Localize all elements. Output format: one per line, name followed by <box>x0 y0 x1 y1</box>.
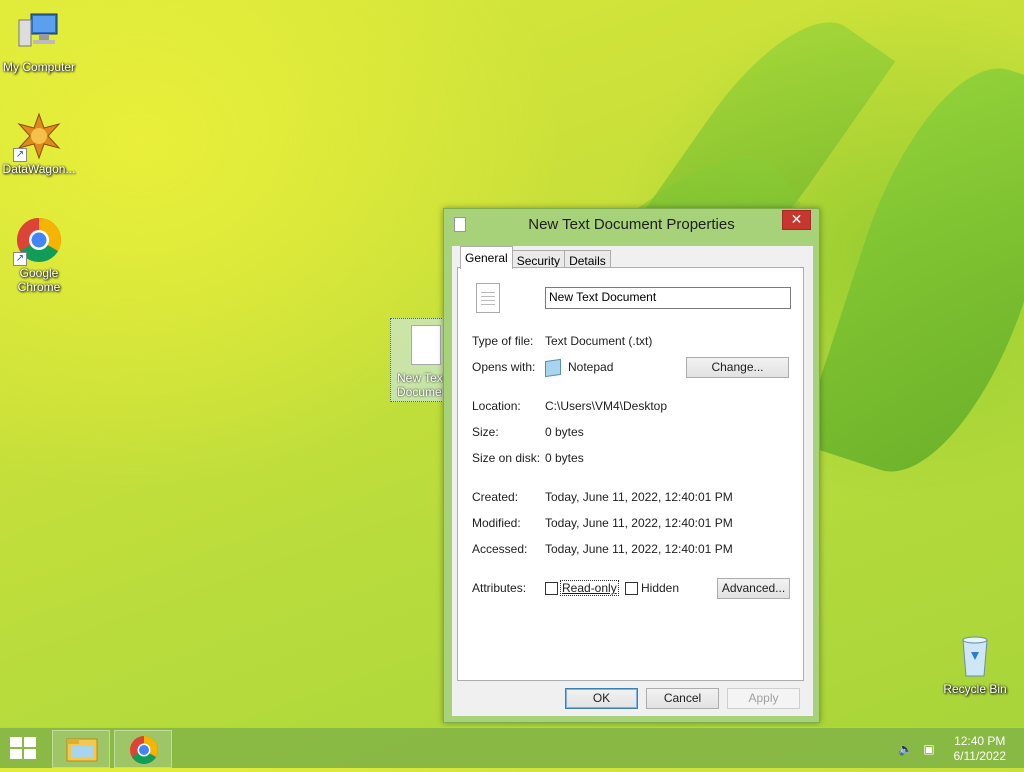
modified-label: Modified: <box>472 516 521 530</box>
windows-logo-icon <box>10 749 22 759</box>
desktop-icon-google-chrome[interactable]: ↗ Google Chrome <box>0 216 78 294</box>
size-label: Size: <box>472 425 499 439</box>
opens-with-label: Opens with: <box>472 360 536 374</box>
properties-dialog: New Text Document Properties ✕ General S… <box>443 208 820 723</box>
chrome-icon <box>130 736 158 764</box>
opens-with-value: Notepad <box>568 360 614 374</box>
windows-logo-icon <box>10 737 22 747</box>
clock-date: 6/11/2022 <box>953 749 1007 763</box>
separator <box>472 320 789 321</box>
apply-button[interactable]: Apply <box>727 688 800 709</box>
tab-general[interactable]: General <box>460 246 513 269</box>
accessed-value: Today, June 11, 2022, 12:40:01 PM <box>545 542 733 556</box>
taskbar-chrome[interactable] <box>114 730 172 768</box>
separator <box>472 386 789 387</box>
tab-security[interactable]: Security <box>511 250 566 268</box>
accessed-label: Accessed: <box>472 542 528 556</box>
separator <box>472 477 789 478</box>
hidden-checkbox[interactable] <box>625 582 638 595</box>
dialog-client: General Security Details New Text Docume… <box>452 246 813 716</box>
ok-button[interactable]: OK <box>565 688 638 709</box>
file-name-input[interactable]: New Text Document <box>545 287 791 309</box>
desktop-icon-datawagon[interactable]: ↗ DataWagon... <box>0 112 78 176</box>
tab-details[interactable]: Details <box>564 250 611 268</box>
size-on-disk-value: 0 bytes <box>545 451 584 465</box>
general-panel: New Text Document Type of file: Text Doc… <box>457 267 804 681</box>
datawagon-icon: ↗ <box>13 112 63 162</box>
clock[interactable]: 12:40 PM 6/11/2022 <box>954 734 1007 764</box>
clock-time: 12:40 PM <box>954 734 1006 748</box>
start-button[interactable] <box>10 737 38 761</box>
volume-muted-icon[interactable]: 🔈 <box>898 742 913 756</box>
created-label: Created: <box>472 490 519 504</box>
attributes-label: Attributes: <box>472 581 527 595</box>
chrome-icon: ↗ <box>13 216 63 266</box>
advanced-button[interactable]: Advanced... <box>717 578 790 599</box>
created-value: Today, June 11, 2022, 12:40:01 PM <box>545 490 733 504</box>
taskbar: 🔈 ▣ 12:40 PM 6/11/2022 <box>0 727 1024 768</box>
dialog-titlebar[interactable]: New Text Document Properties ✕ <box>444 209 819 239</box>
shortcut-arrow-icon: ↗ <box>13 148 27 162</box>
readonly-label[interactable]: Read-only <box>560 580 619 596</box>
shortcut-arrow-icon: ↗ <box>13 252 27 266</box>
taskbar-file-explorer[interactable] <box>52 730 110 768</box>
modified-value: Today, June 11, 2022, 12:40:01 PM <box>545 516 733 530</box>
dialog-title: New Text Document Properties <box>528 216 735 233</box>
type-label: Type of file: <box>472 334 534 348</box>
windows-logo-icon <box>24 749 36 759</box>
folder-icon <box>66 738 98 762</box>
desktop-icon-my-computer[interactable]: My Computer <box>0 10 78 74</box>
text-file-icon <box>476 283 500 313</box>
desktop-icon-new-text-document[interactable]: New Text Document <box>390 318 449 402</box>
close-button[interactable]: ✕ <box>782 210 811 230</box>
location-value: C:\Users\VM4\Desktop <box>545 399 668 413</box>
desktop-icon-label: New Text Document <box>397 371 449 399</box>
recycle-bin-icon <box>951 632 999 680</box>
cancel-button[interactable]: Cancel <box>646 688 719 709</box>
computer-icon <box>15 10 63 58</box>
windows-logo-icon <box>24 737 36 747</box>
change-button[interactable]: Change... <box>686 357 789 378</box>
notepad-icon <box>545 358 561 378</box>
desktop-icon-label: Google Chrome <box>17 266 61 294</box>
type-value: Text Document (.txt) <box>545 334 653 348</box>
desktop-icon-recycle-bin[interactable]: Recycle Bin <box>936 632 1014 696</box>
text-file-icon <box>411 325 441 365</box>
location-label: Location: <box>472 399 521 413</box>
desktop-icon-label: My Computer <box>2 60 76 74</box>
desktop-icon-label: DataWagon... <box>2 162 76 176</box>
network-icon[interactable]: ▣ <box>922 742 936 756</box>
tab-strip: General Security Details <box>460 246 611 269</box>
desktop-icon-label: Recycle Bin <box>943 682 1007 696</box>
separator <box>472 568 789 569</box>
size-on-disk-label: Size on disk: <box>472 451 541 465</box>
hidden-label[interactable]: Hidden <box>641 581 679 595</box>
readonly-checkbox[interactable] <box>545 582 558 595</box>
size-value: 0 bytes <box>545 425 584 439</box>
